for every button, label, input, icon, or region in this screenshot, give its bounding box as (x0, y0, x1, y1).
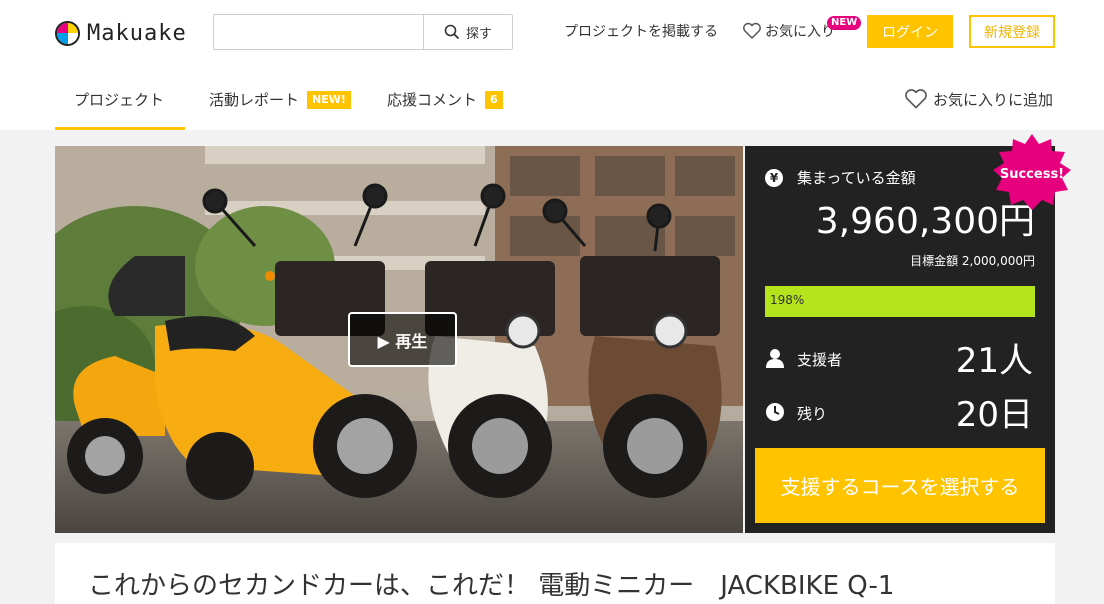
tab-project[interactable]: プロジェクト (74, 89, 164, 110)
new-badge: NEW! (307, 90, 351, 109)
backers-value: 21人 (955, 341, 1033, 381)
tab-label: 活動レポート (209, 91, 300, 109)
clock-icon (766, 403, 784, 421)
project-video[interactable]: ▶ 再生 (55, 146, 743, 533)
search-icon (444, 24, 460, 40)
progress-percent: 198% (770, 293, 805, 307)
heart-icon (905, 89, 927, 109)
heart-icon (743, 22, 761, 39)
post-project-link[interactable]: プロジェクトを掲載する (564, 21, 718, 41)
favorites-link[interactable]: お気に入り (742, 21, 835, 41)
raised-label: 集まっている金額 (797, 169, 916, 187)
goal-amount: 目標金額 2,000,000円 (910, 254, 1035, 268)
success-badge: Success! (999, 166, 1065, 182)
tab-label: 応援コメント (387, 91, 478, 109)
favorites-label: お気に入り (765, 24, 835, 40)
project-title-box: これからのセカンドカーは、これだ！ 電動ミニカー JACKBIKE Q-1 (55, 543, 1055, 604)
remaining-label: 残り (797, 405, 828, 423)
logo-mark-icon (55, 20, 80, 46)
tab-label: プロジェクト (74, 91, 165, 109)
progress-fill (765, 286, 1035, 317)
search-button-label: 探す (465, 26, 492, 42)
project-tabs: プロジェクト 活動レポート NEW! 応援コメント 6 お気に入りに追加 (0, 66, 1104, 130)
logo[interactable]: Makuake (55, 18, 187, 48)
project-title: これからのセカンドカーは、これだ！ 電動ミニカー JACKBIKE Q-1 (88, 571, 895, 601)
new-badge: NEW (827, 16, 862, 30)
search-box: 探す (213, 14, 513, 50)
play-button[interactable]: ▶ 再生 (348, 312, 457, 367)
search-input[interactable] (214, 15, 423, 49)
person-icon (766, 349, 784, 368)
backers-label: 支援者 (797, 351, 843, 369)
site-header: Makuake 探す プロジェクトを掲載する お気に入り NEW ログイン 新規… (0, 0, 1104, 66)
signup-button[interactable]: 新規登録 (969, 15, 1055, 48)
comment-count-badge: 6 (485, 90, 503, 109)
logo-text: Makuake (87, 20, 187, 46)
login-button[interactable]: ログイン (867, 15, 953, 48)
remaining-value: 20日 (955, 395, 1033, 435)
add-favorite-label: お気に入りに追加 (933, 90, 1054, 109)
progress-bar: 198% (765, 286, 1035, 317)
add-favorite-button[interactable]: お気に入りに追加 (903, 88, 1053, 110)
active-tab-indicator (55, 127, 185, 130)
select-course-button[interactable]: 支援するコースを選択する (755, 448, 1045, 523)
yen-icon: ¥ (765, 169, 783, 187)
tab-comments[interactable]: 応援コメント 6 (387, 89, 503, 110)
tab-activity-report[interactable]: 活動レポート NEW! (209, 89, 351, 110)
search-button[interactable]: 探す (423, 15, 512, 49)
